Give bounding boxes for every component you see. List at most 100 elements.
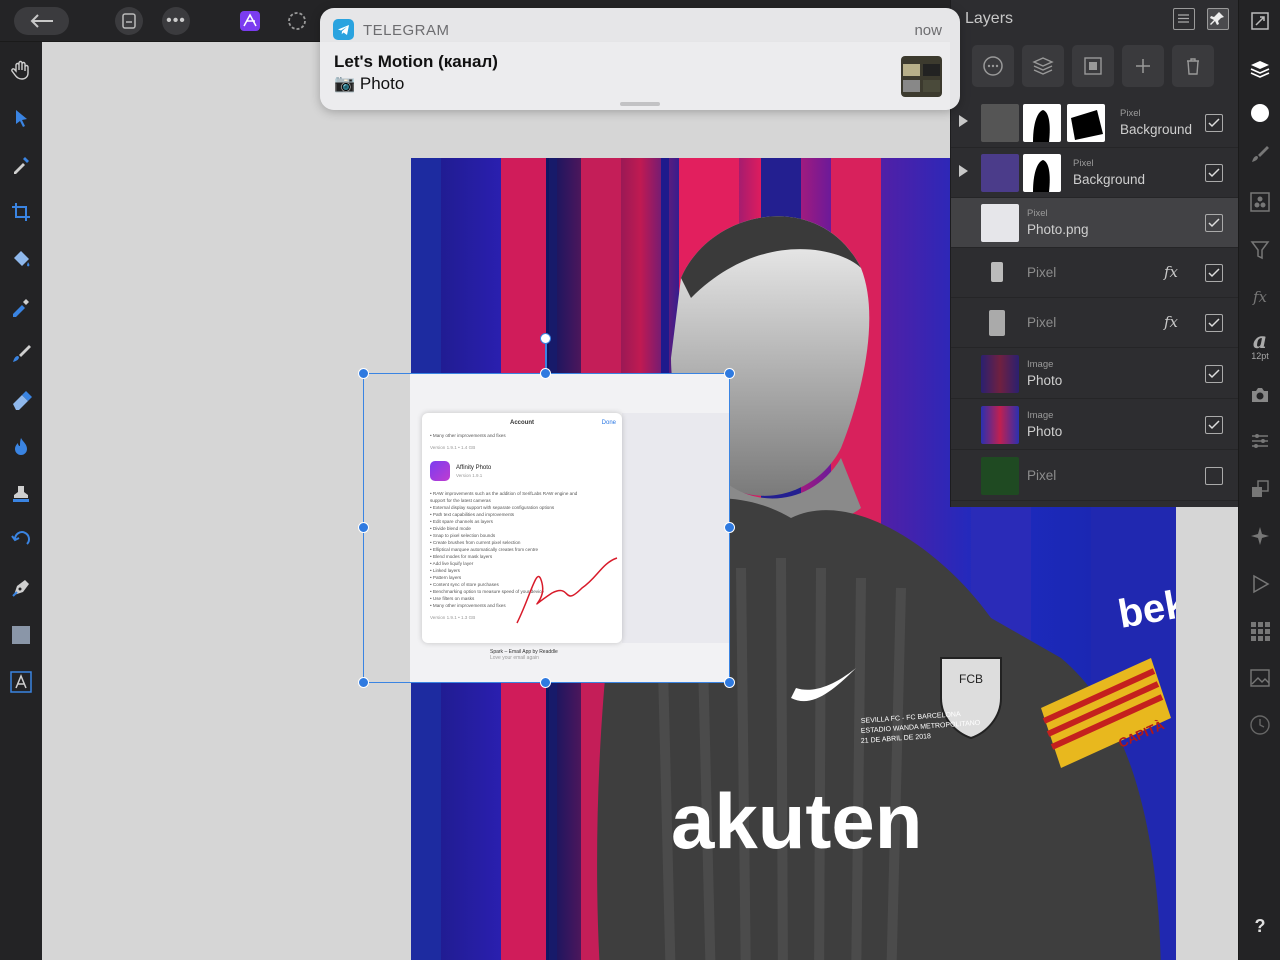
layer-visibility-checkbox[interactable] [1205,365,1223,383]
telegram-notification[interactable]: TELEGRAM now Let's Motion (канал) 📷 Phot… [320,8,960,110]
layers-studio-button[interactable] [1247,56,1273,82]
document-button[interactable] [115,7,143,35]
notification-app-name: TELEGRAM [363,22,450,39]
camera-icon [1252,388,1268,402]
layer-visibility-checkbox[interactable] [1205,214,1223,232]
grid-icon [1251,622,1270,641]
stock-studio-button[interactable] [1247,665,1273,691]
undo-brush-icon [11,531,30,545]
photo-persona-button[interactable] [238,7,262,35]
channels-studio-button[interactable] [1247,189,1273,215]
expand-arrow-icon[interactable] [959,115,968,127]
mask-layer-button[interactable] [1072,45,1114,87]
resize-handle-left[interactable] [358,522,369,533]
help-button[interactable]: ? [1239,916,1280,937]
layer-visibility-checkbox[interactable] [1205,114,1223,132]
fullscreen-button[interactable] [1247,8,1273,34]
more-button[interactable]: ••• [162,7,190,35]
layer-row[interactable]: Image Photo [951,400,1239,450]
layer-row[interactable]: Pixel fx [951,248,1239,298]
layers-icon [1250,61,1270,78]
burn-tool[interactable] [5,431,37,463]
artistic-text-tool[interactable] [5,666,37,698]
fx-icon[interactable]: fx [1164,313,1178,331]
checkmark-icon [1208,168,1220,178]
pen-tool[interactable] [5,572,37,604]
layer-visibility-checkbox[interactable] [1205,467,1223,485]
layer-row[interactable]: Image Photo [951,349,1239,399]
layer-stack-button[interactable] [1022,45,1064,87]
layer-row[interactable]: Pixel Background [951,148,1239,198]
effects-studio-button[interactable]: fx [1247,284,1273,310]
layer-type: Pixel [1027,208,1048,219]
layer-visibility-checkbox[interactable] [1205,164,1223,182]
selection-box [363,373,730,683]
color-picker-tool[interactable] [5,149,37,181]
brushes-studio-button[interactable] [1247,141,1273,167]
crop-tool[interactable] [5,196,37,228]
layer-options-button[interactable] [972,45,1014,87]
layer-visibility-checkbox[interactable] [1205,416,1223,434]
layer-thumbnail [991,262,1003,282]
trash-icon [1187,58,1199,75]
layer-visibility-checkbox[interactable] [1205,264,1223,282]
resize-handle-bottom[interactable] [540,677,551,688]
layer-row[interactable]: Pixel [951,451,1239,501]
layer-row[interactable]: Pixel fx [951,298,1239,348]
flood-fill-tool[interactable] [5,243,37,275]
brush-icon [13,345,31,362]
layer-name: Pixel [1027,468,1057,483]
notification-title: Let's Motion (канал) [334,52,498,71]
layers-stack-icon [1032,57,1054,75]
undo-brush-tool[interactable] [5,525,37,557]
expand-arrow-icon[interactable] [959,165,968,177]
navigator-studio-button[interactable] [1247,523,1273,549]
layer-type: Pixel [1073,158,1094,169]
layers-panel: Layers Pixel Background Pixel Background… [950,0,1239,507]
layer-row[interactable]: Pixel Background [951,98,1239,148]
notification-grabber[interactable] [620,102,660,106]
view-tool[interactable] [5,54,37,86]
history-studio-button[interactable] [1247,712,1273,738]
checkmark-icon [1208,420,1220,430]
move-tool[interactable] [5,102,37,134]
layers-panel-title: Layers [965,10,1014,27]
fx-icon[interactable]: fx [1164,263,1178,281]
selection-brush-tool[interactable] [5,290,37,322]
rotation-handle[interactable] [540,333,551,344]
resize-handle-top-right[interactable] [724,368,735,379]
resize-handle-right[interactable] [724,522,735,533]
add-layer-button[interactable] [1122,45,1164,87]
swatches-studio-button[interactable] [1247,618,1273,644]
adjustments-studio-button[interactable] [1247,237,1273,263]
compass-icon [1251,527,1269,545]
color-studio-button[interactable] [1247,100,1273,126]
pin-panel-button[interactable] [1207,8,1229,30]
main-sponsor: akuten [671,777,922,865]
panel-menu-button[interactable] [1173,8,1195,30]
transform-studio-button[interactable] [1247,476,1273,502]
resize-handle-bottom-left[interactable] [358,677,369,688]
delete-layer-button[interactable] [1172,45,1214,87]
layer-thumbnail [981,104,1019,142]
layer-name: Pixel [1027,315,1057,330]
rectangle-tool[interactable] [5,619,37,651]
erase-tool[interactable] [5,384,37,416]
layer-visibility-checkbox[interactable] [1205,314,1223,332]
resize-handle-top[interactable] [540,368,551,379]
mask-icon [1084,57,1102,75]
pin-icon [1210,12,1224,25]
clone-tool[interactable] [5,478,37,510]
paint-brush-tool[interactable] [5,337,37,369]
left-tools-panel [0,42,42,960]
liquify-persona-button[interactable] [285,7,309,35]
resize-handle-bottom-right[interactable] [724,677,735,688]
macro-studio-button[interactable] [1247,571,1273,597]
checkmark-icon [1208,268,1220,278]
back-button[interactable] [14,7,69,35]
resize-handle-top-left[interactable] [358,368,369,379]
pointer-icon [16,110,27,127]
camera-studio-button[interactable] [1247,382,1273,408]
sliders-studio-button[interactable] [1247,428,1273,454]
layer-row-selected[interactable]: Pixel Photo.png [951,198,1239,248]
